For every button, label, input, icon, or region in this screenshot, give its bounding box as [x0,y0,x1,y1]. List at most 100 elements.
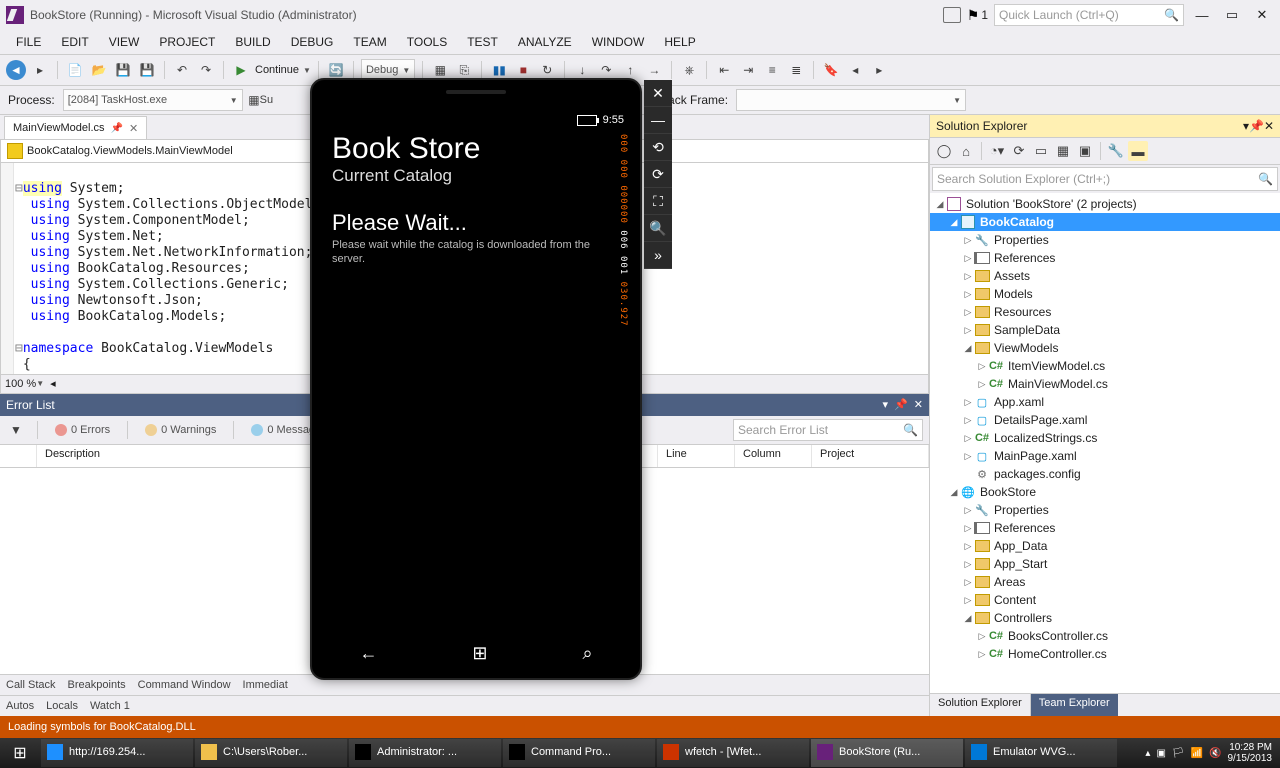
continue-label[interactable]: Continue [255,64,299,76]
home-button[interactable]: ⌂ [956,141,976,161]
pin-icon[interactable]: 📌 [1249,119,1264,133]
back-button[interactable]: ◯ [934,141,954,161]
solexp-title[interactable]: Solution Explorer ▾ 📌 ✕ [930,115,1280,138]
tree-file[interactable]: ▷C#ItemViewModel.cs [930,357,1280,375]
uncomment[interactable]: ≣ [786,60,806,80]
task-item[interactable]: Administrator: ... [349,739,501,767]
project-bookstore[interactable]: ◢🌐BookStore [930,483,1280,501]
col-column[interactable]: Column [735,445,812,467]
tree-item[interactable]: ▷Assets [930,267,1280,285]
chevron-down-icon[interactable]: ▼ [303,66,311,75]
step-button[interactable]: → [644,60,664,80]
task-item[interactable]: Emulator WVG... [965,739,1117,767]
phone-start-button[interactable]: ⊞ [472,643,487,664]
pause-button[interactable]: ▮▮ [489,60,509,80]
tree-item[interactable]: ▷App_Start [930,555,1280,573]
bookmark[interactable]: 🔖 [821,60,841,80]
error-search-input[interactable]: Search Error List🔍 [733,419,923,441]
emu-close-button[interactable]: ✕ [644,80,672,107]
emu-rotate-left-button[interactable]: ⟲ [644,134,672,161]
volume-icon[interactable]: 🔇 [1209,748,1221,759]
phone-emulator[interactable]: 9:55 Book Store Current Catalog Please W… [310,78,642,680]
tab-commandwindow[interactable]: Command Window [138,679,231,691]
tab-autos[interactable]: Autos [6,700,34,712]
errors-filter[interactable]: 0 Errors [49,422,116,438]
step-over-button[interactable]: ↷ [596,60,616,80]
tab-watch1[interactable]: Watch 1 [90,700,130,712]
solexp-search[interactable]: Search Solution Explorer (Ctrl+;)🔍 [932,167,1278,191]
stackframe-combo[interactable]: ▼ [736,89,966,111]
solution-tree[interactable]: ◢Solution 'BookStore' (2 projects) ◢Book… [930,193,1280,693]
show-all-button[interactable]: ▦ [1053,141,1073,161]
tree-viewmodels[interactable]: ◢ViewModels [930,339,1280,357]
step-out-button[interactable]: ↑ [620,60,640,80]
close-icon[interactable]: ✕ [1264,119,1274,133]
preview-button[interactable]: ▣ [1075,141,1095,161]
scope-button[interactable]: ◔▾ [987,141,1007,161]
pin-icon[interactable]: 📌 [111,123,123,134]
tree-item[interactable]: ▷References [930,249,1280,267]
restart-button[interactable]: ↻ [537,60,557,80]
tree-file[interactable]: ▷C#HomeController.cs [930,645,1280,663]
tool-a[interactable]: ▦ [430,60,450,80]
menu-project[interactable]: PROJECT [151,33,223,51]
task-item[interactable]: C:\Users\Rober... [195,739,347,767]
start-button[interactable]: ⊞ [0,738,40,768]
nav-fwd-button[interactable]: ▸ [30,60,50,80]
menu-tools[interactable]: TOOLS [399,33,455,51]
tree-item[interactable]: ▷App_Data [930,537,1280,555]
tab-locals[interactable]: Locals [46,700,78,712]
process-combo[interactable]: [2084] TaskHost.exe▼ [63,89,243,111]
menu-debug[interactable]: DEBUG [283,33,342,51]
dropdown-icon[interactable]: ▾ [883,398,889,411]
refresh-button[interactable]: 🔄 [326,60,346,80]
emu-zoom-button[interactable]: 🔍 [644,215,672,242]
minimize-button[interactable]: — [1190,8,1214,23]
tree-item[interactable]: ▷Models [930,285,1280,303]
undo-button[interactable]: ↶ [172,60,192,80]
filter-icon[interactable]: ▼ [6,420,26,440]
menu-help[interactable]: HELP [656,33,703,51]
emu-rotate-right-button[interactable]: ⟳ [644,161,672,188]
restore-button[interactable]: ▭ [1220,7,1244,23]
close-icon[interactable]: ✕ [914,398,923,411]
menu-team[interactable]: TEAM [345,33,394,51]
tab-teamexp[interactable]: Team Explorer [1031,694,1118,716]
feedback-icon[interactable] [943,7,961,23]
menu-test[interactable]: TEST [459,33,506,51]
menu-window[interactable]: WINDOW [584,33,653,51]
tree-item[interactable]: ▷SampleData [930,321,1280,339]
tree-file[interactable]: ▷▢MainPage.xaml [930,447,1280,465]
indent-less[interactable]: ⇤ [714,60,734,80]
tree-file[interactable]: ▷C#MainViewModel.cs [930,375,1280,393]
task-item[interactable]: Command Pro... [503,739,655,767]
intellitrace-button[interactable]: ⎈ [679,60,699,80]
task-item[interactable]: wfetch - [Wfet... [657,739,809,767]
prev-bookmark[interactable]: ◂ [845,60,865,80]
save-all-button[interactable]: 💾 [137,60,157,80]
open-button[interactable]: 📂 [89,60,109,80]
tab-immediate[interactable]: Immediat [243,679,288,691]
tree-item[interactable]: ▷Areas [930,573,1280,591]
tray-icon[interactable]: 🏳 [1172,748,1185,759]
col-project[interactable]: Project [812,445,929,467]
tree-file[interactable]: ▷C#LocalizedStrings.cs [930,429,1280,447]
tree-item[interactable]: ▷Content [930,591,1280,609]
tab-breakpoints[interactable]: Breakpoints [68,679,126,691]
tree-file[interactable]: ⚙packages.config [930,465,1280,483]
new-project-button[interactable]: 📄 [65,60,85,80]
redo-button[interactable]: ↷ [196,60,216,80]
indent-more[interactable]: ⇥ [738,60,758,80]
warnings-filter[interactable]: 0 Warnings [139,422,222,438]
menu-edit[interactable]: EDIT [53,33,96,51]
project-bookcatalog[interactable]: ◢BookCatalog [930,213,1280,231]
tool-b[interactable]: ⎘ [454,60,474,80]
tree-controllers[interactable]: ◢Controllers [930,609,1280,627]
emu-more-button[interactable]: » [644,242,672,269]
quick-launch-input[interactable]: Quick Launch (Ctrl+Q)🔍 [994,4,1184,26]
next-bookmark[interactable]: ▸ [869,60,889,80]
step-into-button[interactable]: ↓ [572,60,592,80]
save-button[interactable]: 💾 [113,60,133,80]
menu-analyze[interactable]: ANALYZE [510,33,580,51]
menu-build[interactable]: BUILD [227,33,278,51]
